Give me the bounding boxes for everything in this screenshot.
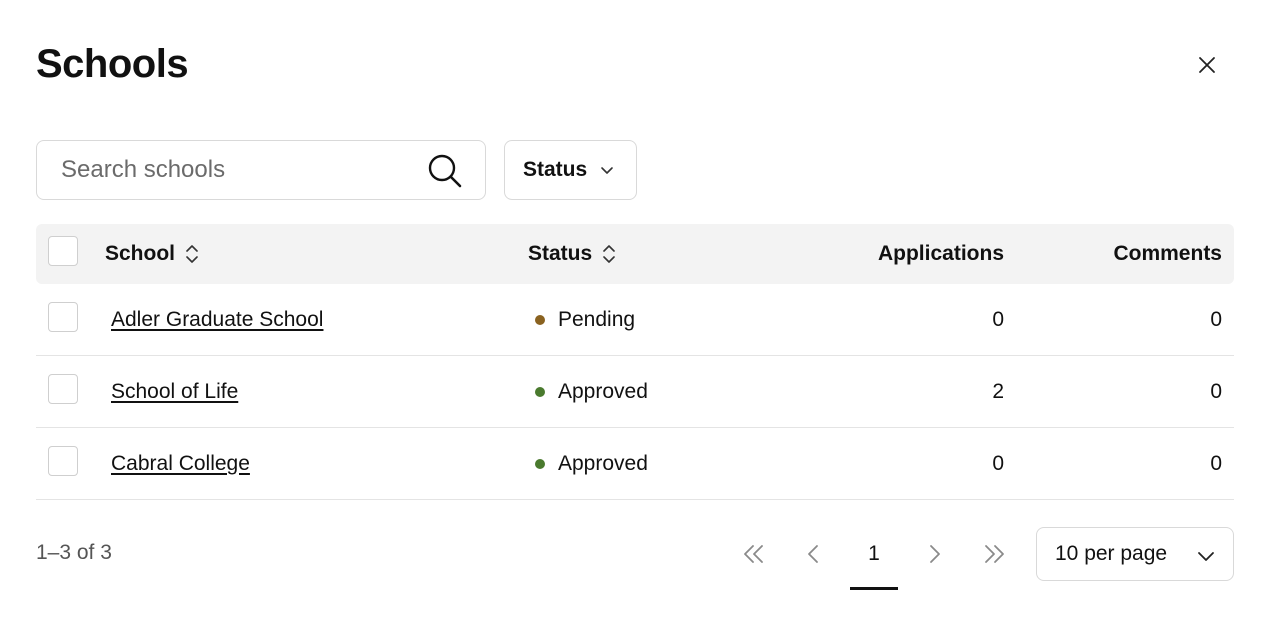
column-header-comments: Comments	[1113, 242, 1222, 265]
status-cell: Approved	[535, 428, 648, 500]
school-link[interactable]: Adler Graduate School	[111, 308, 323, 332]
current-page-indicator	[850, 587, 898, 590]
next-page-button[interactable]	[914, 534, 954, 574]
status-dot	[535, 387, 545, 397]
column-header-school[interactable]: School	[105, 224, 199, 284]
chevrons-right-icon	[985, 545, 1004, 563]
last-page-button[interactable]	[974, 534, 1014, 574]
select-all-checkbox[interactable]	[48, 236, 78, 266]
table-row: School of Life Approved 2 0	[36, 356, 1234, 428]
status-filter-dropdown[interactable]: Status	[504, 140, 637, 200]
sort-icon	[603, 245, 615, 263]
status-label: Approved	[558, 380, 648, 403]
sort-icon	[186, 245, 198, 263]
status-cell: Pending	[535, 284, 635, 356]
status-filter-label: Status	[523, 158, 588, 181]
close-button[interactable]	[1191, 49, 1223, 81]
row-checkbox[interactable]	[48, 446, 78, 476]
school-link[interactable]: School of Life	[111, 380, 238, 404]
status-label: Approved	[558, 452, 648, 475]
first-page-button[interactable]	[734, 534, 774, 574]
pagination-range: 1–3 of 3	[36, 541, 112, 564]
applications-count: 0	[992, 452, 1004, 475]
chevron-down-icon	[1198, 552, 1214, 561]
status-dot	[535, 459, 545, 469]
row-checkbox[interactable]	[48, 374, 78, 404]
applications-count: 0	[992, 308, 1004, 331]
row-checkbox[interactable]	[48, 302, 78, 332]
table-header: School Status Applications Comments	[36, 224, 1234, 284]
chevrons-left-icon	[744, 545, 763, 563]
search-box	[36, 140, 486, 200]
status-cell: Approved	[535, 356, 648, 428]
per-page-select[interactable]: 10 per page	[1036, 527, 1234, 581]
prev-page-button[interactable]	[794, 534, 834, 574]
search-input[interactable]	[61, 141, 421, 199]
close-icon	[1199, 57, 1215, 73]
chevron-left-icon	[808, 545, 818, 563]
schools-table: School Status Applications Comments Adle…	[36, 224, 1234, 500]
applications-count: 2	[992, 380, 1004, 403]
status-dot	[535, 315, 545, 325]
comments-count: 0	[1210, 308, 1222, 331]
table-row: Adler Graduate School Pending 0 0	[36, 284, 1234, 356]
comments-count: 0	[1210, 452, 1222, 475]
column-header-status-label: Status	[528, 242, 593, 265]
search-icon[interactable]	[427, 153, 463, 189]
school-link[interactable]: Cabral College	[111, 452, 250, 476]
column-header-status[interactable]: Status	[528, 224, 616, 284]
chevron-right-icon	[930, 545, 940, 563]
per-page-label: 10 per page	[1055, 542, 1168, 565]
status-label: Pending	[558, 308, 636, 331]
page-number-button[interactable]: 1	[850, 528, 898, 580]
table-row: Cabral College Approved 0 0	[36, 428, 1234, 500]
chevron-down-icon	[601, 167, 613, 174]
column-header-school-label: School	[105, 242, 176, 265]
page-title: Schools	[36, 42, 189, 86]
comments-count: 0	[1210, 380, 1222, 403]
column-header-applications: Applications	[877, 242, 1004, 265]
